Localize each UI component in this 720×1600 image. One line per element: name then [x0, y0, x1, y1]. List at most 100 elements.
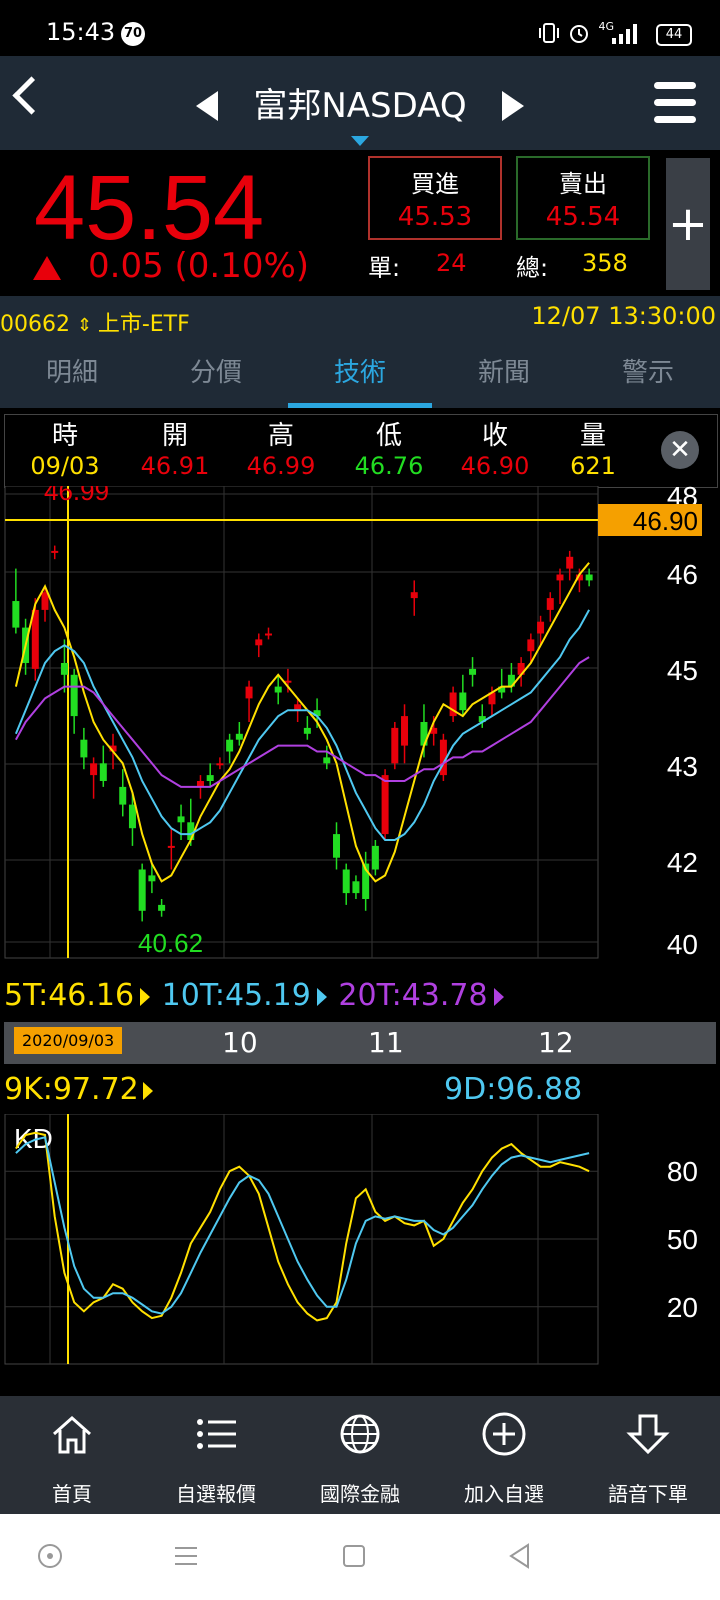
- high-marker: 46.99: [44, 486, 109, 506]
- next-stock-icon[interactable]: [502, 91, 524, 121]
- ohlc-value: 46.91: [140, 452, 210, 480]
- nav-watchlist[interactable]: 自選報價: [144, 1396, 288, 1514]
- flag-icon: [142, 1081, 153, 1100]
- low-marker: 40.62: [138, 928, 203, 958]
- home-icon: [53, 1415, 91, 1454]
- kd-chart[interactable]: 805020KD: [0, 1114, 720, 1390]
- bid-label: 買進: [411, 170, 459, 198]
- system-nav-bar: [0, 1514, 720, 1600]
- month-label: 11: [368, 1026, 404, 1059]
- candle-body: [410, 592, 418, 599]
- ask-value: 45.54: [545, 202, 621, 232]
- y-tick-label: 50: [667, 1224, 698, 1255]
- y-tick-label: 20: [667, 1292, 698, 1323]
- quote-panel: 45.54 0.05 (0.10%) 買進 45.53 賣出 45.54 單: …: [0, 150, 720, 296]
- bid-box: 買進 45.53: [368, 156, 502, 240]
- nav-label: 自選報價: [176, 1482, 256, 1506]
- nav-global[interactable]: 國際金融: [288, 1396, 432, 1514]
- tab-price-volume[interactable]: 分價: [144, 342, 288, 408]
- ohlc-panel: 時 09/03 開 46.91 高 46.99 低 46.76 收 46.90 量 621 …: [4, 414, 718, 488]
- current-price-label: 46.90: [633, 506, 698, 536]
- y-tick-label: 43: [667, 751, 698, 782]
- signal-icon: [612, 24, 638, 48]
- status-time: 15:43: [46, 18, 116, 46]
- ohlc-low: 低 46.76: [335, 415, 443, 480]
- candle-body: [342, 869, 350, 894]
- quote-datetime: 12/07 13:30:00: [531, 302, 716, 330]
- tab-alerts[interactable]: 警示: [576, 342, 720, 408]
- date-axis: 2020/09/03 10 11 12: [4, 1022, 716, 1064]
- nav-voice-order[interactable]: 語音下單: [576, 1396, 720, 1514]
- candle-body: [90, 763, 98, 776]
- candle-body: [70, 674, 78, 717]
- ma-legend: 5T:46.16 10T:45.19 20T:43.78: [4, 978, 506, 1018]
- ohlc-close: 收 46.90: [441, 415, 549, 480]
- menu-icon[interactable]: [654, 82, 696, 133]
- k-value: 9K:97.72: [4, 1072, 163, 1107]
- price-change: 0.05 (0.10%): [88, 246, 310, 286]
- sort-arrows-icon: ⇕: [77, 315, 98, 336]
- y-tick-label: 40: [667, 929, 698, 960]
- nav-label: 加入自選: [464, 1482, 544, 1506]
- nav-label: 語音下單: [608, 1482, 688, 1506]
- tab-technical[interactable]: 技術: [288, 342, 432, 408]
- candle-body: [138, 869, 146, 911]
- back-triangle-icon[interactable]: [506, 1542, 534, 1570]
- month-label: 12: [538, 1026, 574, 1059]
- stock-code: 00662: [0, 312, 70, 337]
- ohlc-header: 低: [375, 421, 402, 451]
- ohlc-header: 收: [481, 421, 508, 451]
- candle-body: [119, 786, 127, 805]
- candle-body: [566, 556, 574, 569]
- month-label: 10: [222, 1026, 258, 1059]
- nav-label: 首頁: [52, 1482, 92, 1506]
- candle-body: [556, 574, 564, 581]
- candle-body: [401, 716, 409, 746]
- tab-details[interactable]: 明細: [0, 342, 144, 408]
- market-type: 上市-ETF: [97, 312, 190, 337]
- ohlc-high: 高 46.99: [227, 415, 335, 480]
- price-chart[interactable]: 48464543424046.9046.9940.62: [0, 486, 720, 978]
- download-arrow-icon: [626, 1414, 670, 1455]
- cursor-date: 2020/09/03: [14, 1027, 123, 1054]
- ohlc-time: 時 09/03: [11, 415, 119, 480]
- candle-body: [51, 550, 59, 553]
- y-tick-label: 46: [667, 559, 698, 590]
- add-circle-icon: [482, 1412, 526, 1456]
- nav-home[interactable]: 首頁: [0, 1396, 144, 1514]
- assistant-icon[interactable]: [36, 1542, 64, 1570]
- ma10-value: 10T:45.19: [161, 978, 311, 1013]
- globe-icon: [340, 1414, 380, 1454]
- prev-stock-icon[interactable]: [196, 91, 218, 121]
- candle-body: [80, 739, 88, 758]
- candle-body: [391, 727, 399, 764]
- bottom-nav: 首頁 自選報價 國際金融 加入自選 語音下單: [0, 1396, 720, 1514]
- y-tick-label: 42: [667, 847, 698, 878]
- tab-news[interactable]: 新聞: [432, 342, 576, 408]
- title-dropdown-icon[interactable]: [351, 136, 369, 146]
- candle-body: [206, 775, 214, 781]
- ohlc-header: 高: [267, 421, 294, 451]
- candle-body: [235, 733, 243, 740]
- candle-body: [274, 686, 282, 693]
- candle-body: [469, 668, 477, 675]
- add-button[interactable]: +: [666, 158, 710, 290]
- home-square-icon[interactable]: [340, 1542, 368, 1570]
- back-icon[interactable]: [12, 76, 51, 115]
- vibrate-icon: [538, 22, 560, 48]
- ohlc-header: 時: [51, 421, 78, 451]
- d-value-text: 9D:96.88: [444, 1072, 583, 1107]
- nav-add-watch[interactable]: 加入自選: [432, 1396, 576, 1514]
- ohlc-value: 621: [570, 452, 616, 480]
- candle-body: [352, 881, 360, 894]
- flag-icon: [493, 987, 504, 1006]
- recents-icon[interactable]: [172, 1542, 200, 1570]
- ask-box: 賣出 45.54: [516, 156, 650, 240]
- ohlc-value: 46.90: [460, 452, 530, 480]
- unit-volume-value: 24: [436, 249, 467, 277]
- close-icon[interactable]: ✕: [661, 431, 699, 469]
- candle-body: [187, 822, 195, 840]
- candle-body: [537, 621, 545, 634]
- total-volume-value: 358: [582, 249, 628, 277]
- page-title: 富邦NASDAQ: [253, 86, 467, 126]
